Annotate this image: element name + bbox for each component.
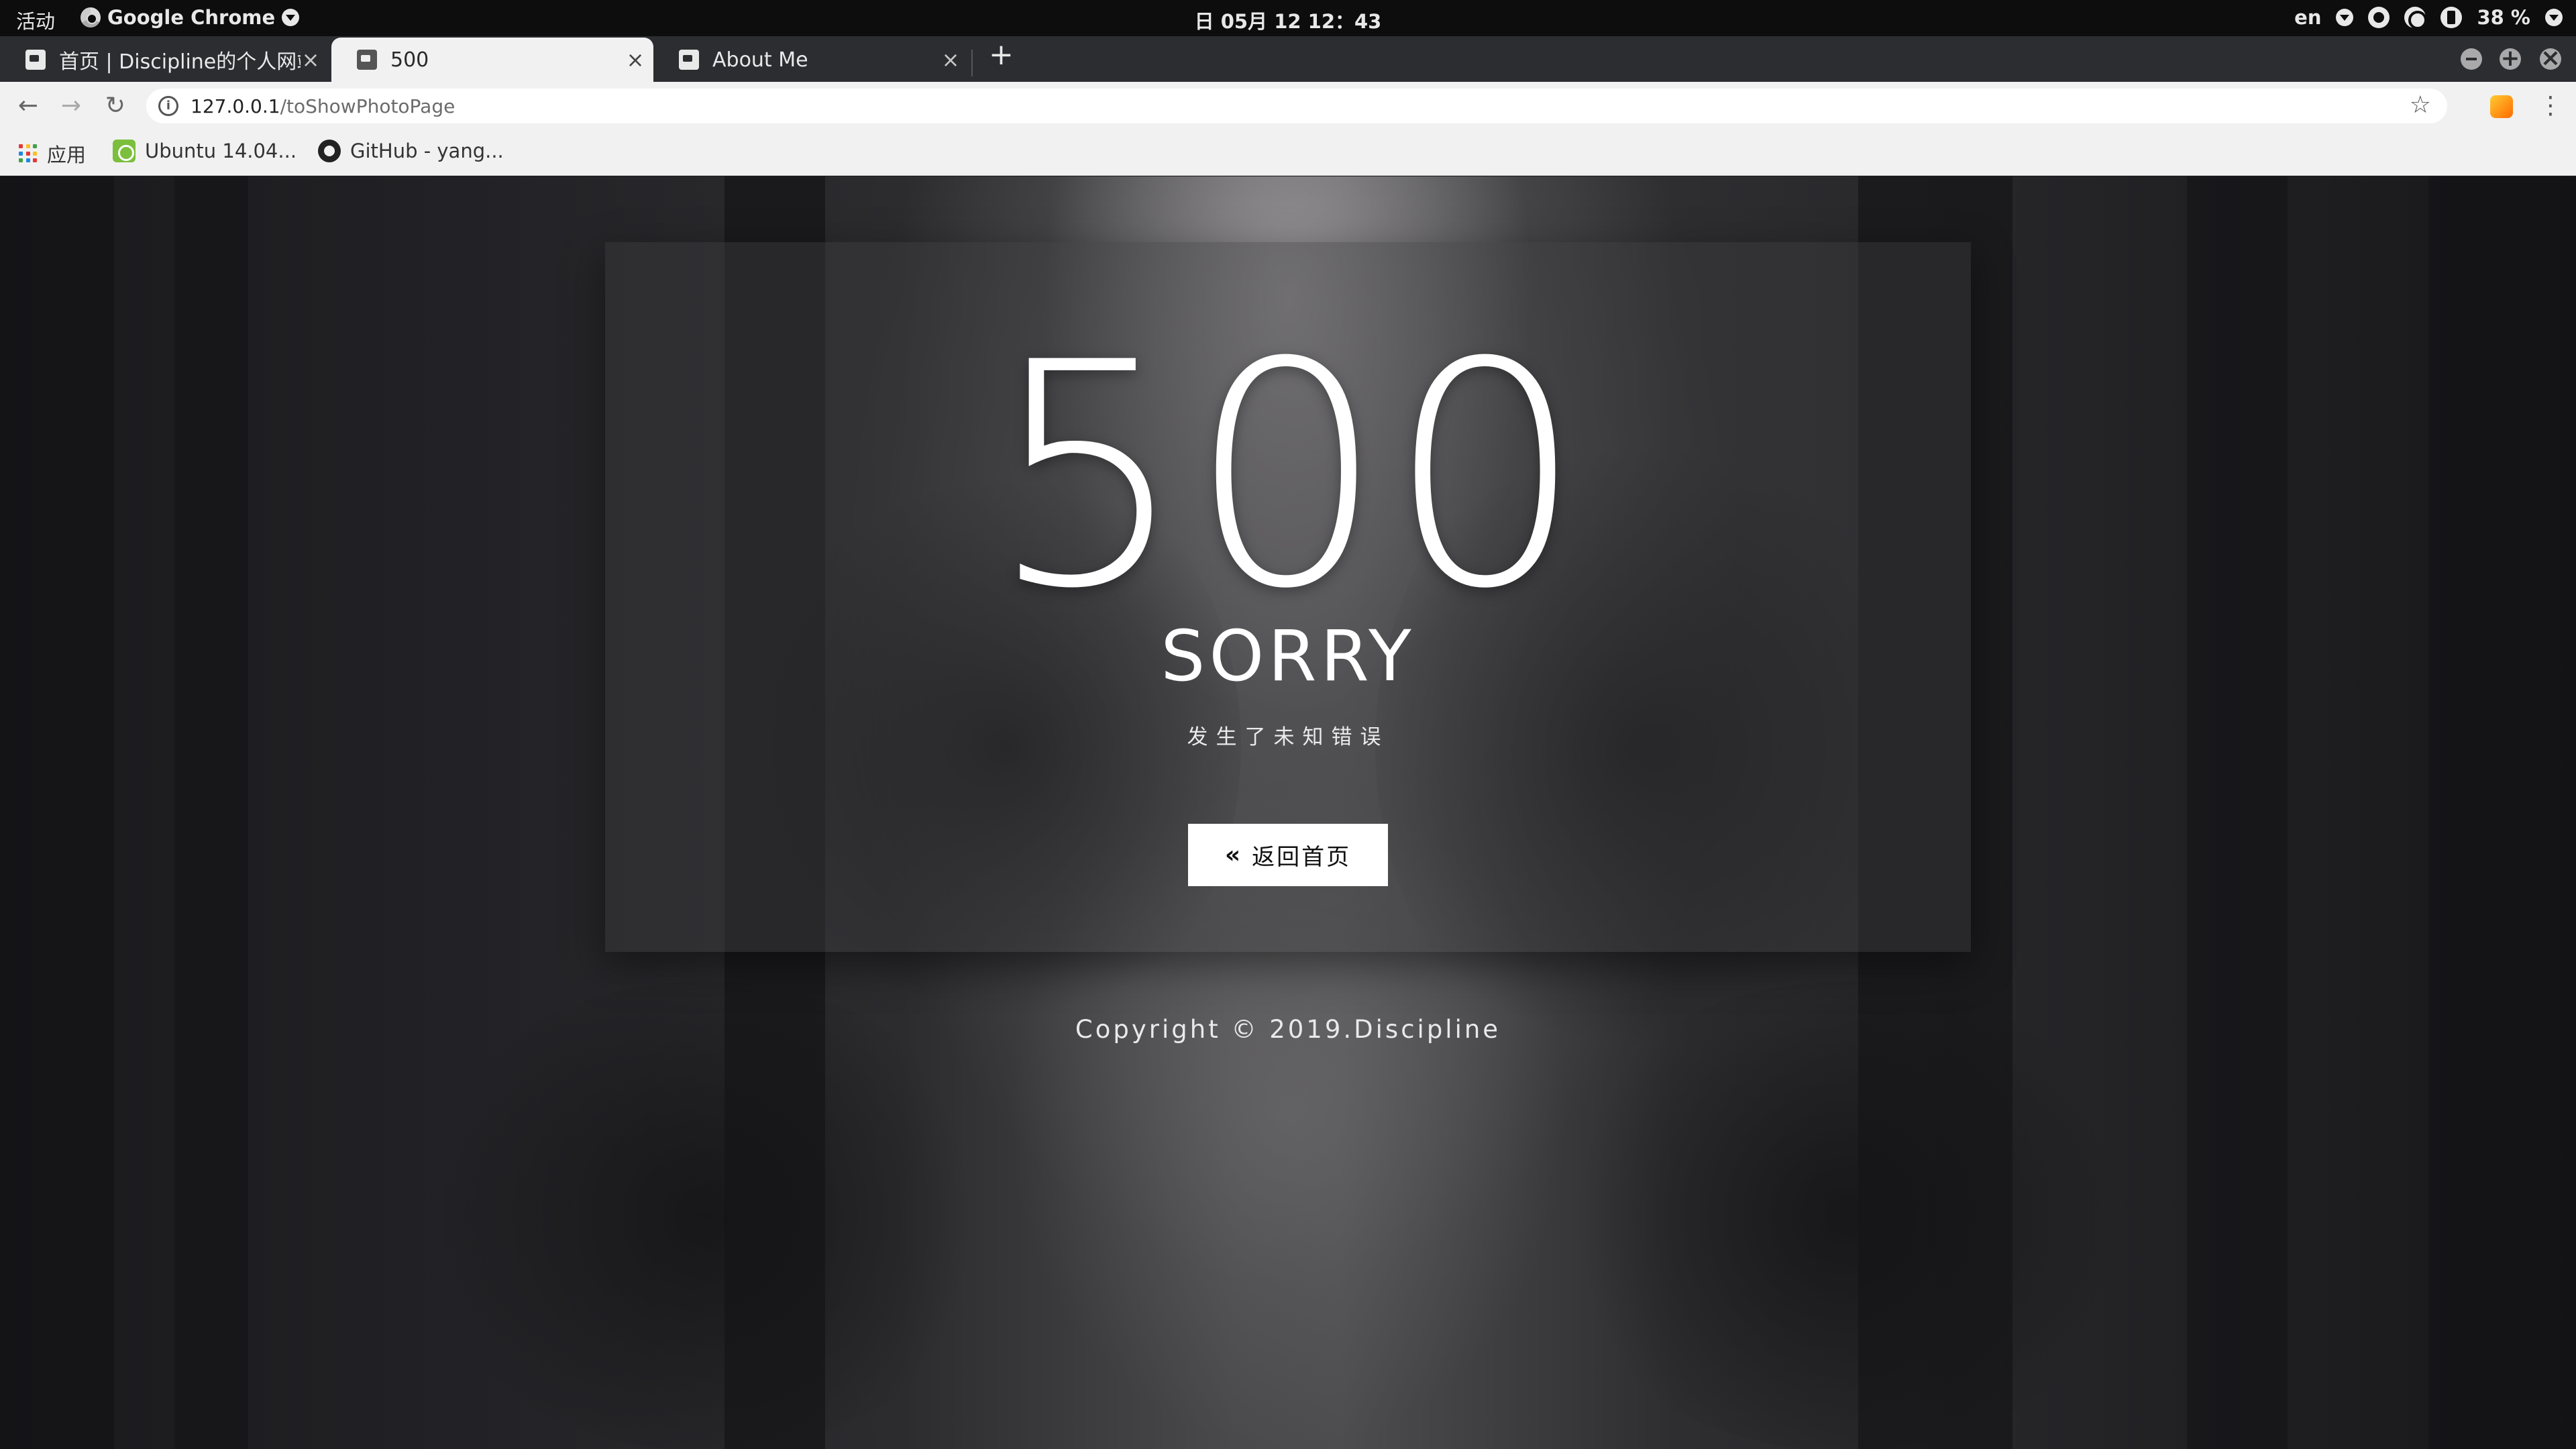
bookmark-apps[interactable]: 应用 bbox=[19, 140, 86, 168]
url-host: 127.0.0.1 bbox=[191, 95, 280, 117]
bookmark-star-icon[interactable]: ☆ bbox=[2410, 91, 2431, 119]
bookmark-label: 应用 bbox=[47, 144, 87, 166]
browser-menu-button[interactable]: ⋮ bbox=[2538, 90, 2563, 122]
battery-percentage: 38 % bbox=[2477, 6, 2530, 29]
close-tab-icon[interactable]: × bbox=[941, 47, 961, 72]
url-text[interactable]: 127.0.0.1/toShowPhotoPage bbox=[191, 95, 455, 117]
apps-grid-icon bbox=[19, 144, 38, 163]
site-favicon-icon bbox=[357, 50, 377, 70]
site-info-icon[interactable]: i bbox=[158, 96, 178, 116]
tab-separator bbox=[971, 50, 973, 76]
github-icon bbox=[318, 140, 341, 162]
new-tab-button[interactable]: + bbox=[989, 40, 1014, 70]
reload-button[interactable]: ↻ bbox=[98, 89, 133, 123]
forward-button[interactable]: → bbox=[54, 89, 89, 123]
close-window-button[interactable] bbox=[2540, 44, 2561, 72]
url-path: /toShowPhotoPage bbox=[280, 95, 455, 117]
site-favicon-icon bbox=[679, 50, 699, 70]
address-bar[interactable]: i 127.0.0.1/toShowPhotoPage ☆ bbox=[146, 89, 2447, 123]
site-favicon-icon bbox=[25, 50, 46, 70]
network-icon bbox=[2404, 7, 2428, 30]
error-headline: SORRY bbox=[1161, 615, 1415, 697]
double-chevron-left-icon: « bbox=[1224, 841, 1243, 869]
error-code: 500 bbox=[989, 297, 1587, 656]
tab-homepage[interactable]: 首页 | Discipline的个人网站 × bbox=[0, 38, 329, 82]
minimize-window-button[interactable] bbox=[2461, 48, 2482, 70]
tab-title: 首页 | Discipline的个人网站 bbox=[59, 50, 301, 74]
chevron-down-icon bbox=[2545, 9, 2563, 26]
back-to-home-button[interactable]: « 返回首页 bbox=[1188, 824, 1388, 886]
close-tab-icon[interactable]: × bbox=[625, 47, 645, 72]
footer-copyright: Copyright © 2019.Discipline bbox=[1075, 1015, 1501, 1044]
browser-toolbar: ← → ↻ i 127.0.0.1/toShowPhotoPage ☆ ⋮ bbox=[0, 82, 2576, 130]
maximize-window-button[interactable] bbox=[2500, 45, 2521, 72]
back-button[interactable]: ← bbox=[11, 89, 46, 123]
back-to-home-label: 返回首页 bbox=[1252, 844, 1352, 871]
battery-icon bbox=[2440, 7, 2463, 28]
tab-500[interactable]: 500 × bbox=[331, 38, 653, 82]
chevron-down-icon bbox=[2336, 9, 2354, 26]
tab-title: 500 bbox=[390, 48, 429, 72]
close-tab-icon[interactable]: × bbox=[301, 47, 321, 72]
system-top-bar: 活动 Google Chrome 日 05月 12 12：43 en 38 % bbox=[0, 0, 2576, 36]
bookmarks-bar: 应用 Ubuntu 14.04... GitHub - yang... bbox=[0, 130, 2576, 176]
vpn-icon bbox=[2368, 7, 2390, 28]
tab-strip: 首页 | Discipline的个人网站 × 500 × About Me × bbox=[0, 36, 2576, 82]
bookmark-label: GitHub - yang... bbox=[350, 140, 504, 162]
system-tray[interactable]: en 38 % bbox=[2294, 6, 2563, 30]
bookmark-ubuntu[interactable]: Ubuntu 14.04... bbox=[113, 140, 297, 162]
extension-icon[interactable] bbox=[2490, 95, 2513, 118]
input-method-indicator[interactable]: en bbox=[2294, 6, 2321, 29]
system-clock[interactable]: 日 05月 12 12：43 bbox=[0, 6, 2576, 34]
error-message: 发生了未知错误 bbox=[1187, 725, 1389, 749]
tab-title: About Me bbox=[712, 48, 808, 72]
bookmark-github[interactable]: GitHub - yang... bbox=[318, 140, 504, 162]
tab-about-me[interactable]: About Me × bbox=[653, 38, 969, 82]
bookmark-label: Ubuntu 14.04... bbox=[145, 140, 297, 162]
page-viewport[interactable]: 500 SORRY 发生了未知错误 « 返回首页 Copyright © 201… bbox=[0, 176, 2576, 1449]
ubuntu-bookmark-icon bbox=[113, 140, 136, 162]
error-card: 500 SORRY 发生了未知错误 « 返回首页 bbox=[605, 242, 1971, 952]
